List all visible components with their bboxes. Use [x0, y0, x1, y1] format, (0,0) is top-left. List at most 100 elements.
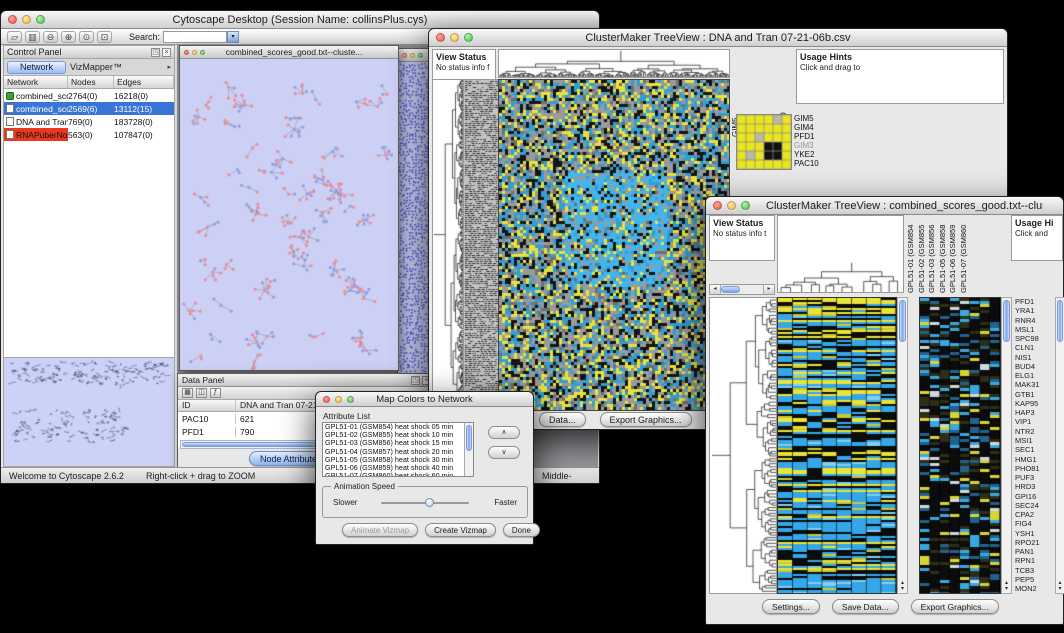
gene-label[interactable]: HMG1	[1015, 455, 1054, 464]
attribute-table-icon[interactable]: ▦	[182, 388, 193, 398]
close-icon[interactable]	[184, 50, 189, 55]
close-icon[interactable]	[713, 201, 722, 210]
close-icon[interactable]	[402, 53, 407, 58]
treeview-combined-titlebar[interactable]: ClusterMaker TreeView : combined_scores_…	[706, 197, 1063, 215]
gene-label[interactable]: KAP95	[1015, 399, 1054, 408]
gene-label[interactable]: TCB3	[1015, 566, 1054, 575]
minimize-icon[interactable]	[335, 396, 342, 403]
cluster-gene-label[interactable]: YKE2	[794, 150, 819, 159]
gene-label[interactable]: YSH1	[1015, 529, 1054, 538]
column-label[interactable]: GPL51-07 (GSM860	[959, 215, 970, 293]
gene-label[interactable]: ELG1	[1015, 371, 1054, 380]
gene-label[interactable]: MAK31	[1015, 380, 1054, 389]
search-input[interactable]	[163, 31, 227, 43]
attribute-item[interactable]: GPL51-07 (GSM860) heat shock 60 min	[323, 472, 473, 477]
gene-label[interactable]: GTB1	[1015, 390, 1054, 399]
gene-label[interactable]: PFD1	[1015, 297, 1054, 306]
column-label[interactable]: GPL51-01 (GSM854	[906, 215, 917, 293]
minimize-icon[interactable]	[727, 201, 736, 210]
gene-label[interactable]: NTR2	[1015, 427, 1054, 436]
import-network-icon[interactable]: ▥	[25, 31, 40, 43]
dialog-button[interactable]: Create Vizmap	[425, 523, 496, 537]
slider-thumb[interactable]	[425, 498, 434, 507]
zoom-window-icon[interactable]	[36, 15, 45, 24]
treeview-button[interactable]: Export Graphics...	[911, 599, 999, 614]
column-label[interactable]: GPL51-03 (GSM856	[927, 215, 938, 293]
zoom-selected-icon[interactable]: ⊙	[79, 31, 94, 43]
column-dendrogram[interactable]	[498, 49, 730, 78]
column-header-network[interactable]: Network	[4, 76, 68, 88]
tab-network[interactable]: Network	[7, 61, 66, 74]
close-panel-icon[interactable]: ×	[162, 48, 171, 57]
minimize-icon[interactable]	[450, 33, 459, 42]
scroll-left-icon[interactable]: ◂	[710, 285, 721, 294]
cluster-gene-label[interactable]: GIM3	[794, 141, 819, 150]
function-builder-icon[interactable]: ƒ	[210, 388, 221, 398]
close-icon[interactable]	[8, 15, 17, 24]
column-header-id[interactable]: ID	[178, 400, 236, 411]
zoom-window-icon[interactable]	[741, 201, 750, 210]
DNA and Tran 07[interactable]: DNA and Tran 07 769(0) 183728(0)	[4, 115, 174, 128]
zoom-window-icon[interactable]	[347, 396, 354, 403]
gene-label[interactable]: VIP1	[1015, 417, 1054, 426]
column-label[interactable]: GPL51-06 (GSM859	[948, 215, 959, 293]
subwindow-titlebar[interactable]: combined_scores_good.txt--cluste...	[180, 46, 398, 59]
minimize-icon[interactable]	[22, 15, 31, 24]
vscroll-thumb[interactable]	[466, 425, 472, 451]
heatmap-vscrollbar-2[interactable]: ▴▾	[1001, 297, 1012, 594]
zoom-window-icon[interactable]	[200, 50, 205, 55]
zoom-in-icon[interactable]: ⊕	[61, 31, 76, 43]
zoom-window-icon[interactable]	[464, 33, 473, 42]
gene-label[interactable]: BUD4	[1015, 362, 1054, 371]
gene-label[interactable]: PUF3	[1015, 473, 1054, 482]
gene-label[interactable]: MON2	[1015, 584, 1054, 593]
cluster-gene-label[interactable]: GIM5	[794, 114, 819, 123]
vscroll-thumb[interactable]	[1003, 300, 1010, 342]
tab-vizmapper[interactable]: VizMapper™	[70, 62, 122, 72]
row-dendrogram[interactable]	[709, 297, 777, 594]
move-up-button[interactable]: ∧	[488, 426, 520, 439]
gene-label[interactable]: SPC98	[1015, 334, 1054, 343]
expression-heatmap[interactable]	[498, 79, 730, 411]
network-overview-thumbnail[interactable]	[4, 358, 174, 466]
column-header-edges[interactable]: Edges	[114, 76, 174, 88]
dialog-button[interactable]: Done	[503, 523, 540, 537]
heatmap-vscrollbar[interactable]: ▴▾	[897, 297, 908, 594]
scroll-thumb[interactable]	[721, 286, 740, 293]
gene-label[interactable]: SEC1	[1015, 445, 1054, 454]
tab-overflow-icon[interactable]: ▸	[167, 63, 171, 71]
minimize-icon[interactable]	[410, 53, 415, 58]
treeview-button[interactable]: Data...	[539, 412, 586, 427]
row-label-strip[interactable]	[463, 79, 500, 411]
select-attributes-icon[interactable]: ◫	[196, 388, 207, 398]
gene-label[interactable]: HAP3	[1015, 408, 1054, 417]
gene-label[interactable]: PAN1	[1015, 547, 1054, 556]
expression-heatmap[interactable]	[777, 297, 897, 594]
row-dendrogram[interactable]	[432, 79, 464, 411]
treeview-button[interactable]: Export Graphics...	[600, 412, 692, 427]
gene-label[interactable]: MSL1	[1015, 325, 1054, 334]
vscroll-thumb[interactable]	[899, 300, 906, 342]
cluster-gene-label[interactable]: GIM4	[794, 123, 819, 132]
attribute-listbox[interactable]: GPL51-01 (GSM854) heat shock 05 minGPL51…	[322, 422, 474, 477]
gene-label[interactable]: GPI16	[1015, 492, 1054, 501]
gene-label[interactable]: CPA2	[1015, 510, 1054, 519]
speed-slider[interactable]	[381, 502, 469, 504]
selected-cluster-heatmap[interactable]	[736, 114, 792, 170]
gene-label[interactable]: PEP5	[1015, 575, 1054, 584]
zoom-out-icon[interactable]: ⊖	[43, 31, 58, 43]
listbox-vscrollbar[interactable]	[464, 423, 473, 476]
gene-label[interactable]: HRD3	[1015, 482, 1054, 491]
vscroll-arrows[interactable]: ▴▾	[1056, 580, 1064, 592]
main-titlebar[interactable]: Cytoscape Desktop (Session Name: collins…	[1, 11, 599, 29]
gene-label[interactable]: RPO21	[1015, 538, 1054, 547]
network-graph-canvas[interactable]	[180, 59, 398, 370]
gene-label[interactable]: RNR4	[1015, 316, 1054, 325]
close-icon[interactable]	[436, 33, 445, 42]
column-header-nodes[interactable]: Nodes	[68, 76, 114, 88]
column-dendrogram[interactable]	[778, 262, 903, 292]
zoom-window-icon[interactable]	[418, 53, 423, 58]
treeview-button[interactable]: Save Data...	[832, 599, 899, 614]
gene-list-vscrollbar[interactable]: ▴▾	[1055, 297, 1064, 594]
gene-label[interactable]: CLN1	[1015, 343, 1054, 352]
